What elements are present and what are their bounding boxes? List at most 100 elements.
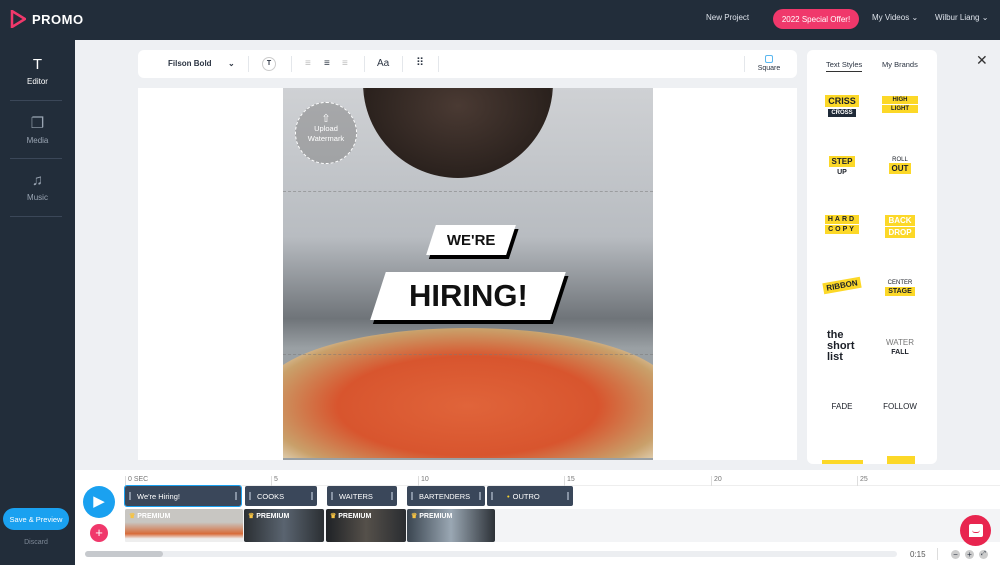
close-icon[interactable]: ✕ bbox=[976, 52, 988, 69]
app-name: PROMO bbox=[32, 11, 84, 27]
divider bbox=[10, 216, 62, 217]
text-banner-bottom[interactable]: HIRING! bbox=[370, 272, 566, 320]
special-offer-button[interactable]: 2022 Special Offer! bbox=[773, 9, 859, 29]
style-roll-out[interactable]: ROLL OUT bbox=[870, 154, 930, 174]
text-banner-top[interactable]: WE'RE bbox=[426, 225, 516, 255]
discard-link[interactable]: Discard bbox=[0, 539, 72, 546]
divider bbox=[10, 158, 62, 159]
chevron-down-icon: ⌄ bbox=[981, 13, 989, 22]
style-preview-partial bbox=[822, 460, 863, 464]
zoom-out-button[interactable]: − bbox=[951, 550, 960, 559]
tick-label: 25 bbox=[857, 476, 868, 486]
text-clip[interactable]: BARTENDERS bbox=[407, 486, 485, 506]
style-fade[interactable]: FADE bbox=[812, 402, 872, 411]
sidebar: T Editor ❐ Media ♫ Music bbox=[0, 40, 75, 565]
text-clip[interactable]: WAITERS bbox=[327, 486, 397, 506]
add-scene-button[interactable]: + bbox=[90, 524, 108, 542]
zoom-in-button[interactable]: + bbox=[965, 550, 974, 559]
timeline-scrollbar[interactable] bbox=[85, 551, 897, 557]
sidebar-item-editor[interactable]: T Editor bbox=[0, 56, 75, 86]
chat-icon bbox=[968, 524, 983, 537]
grid-icon[interactable]: ⠿ bbox=[416, 56, 424, 69]
tick-label: 10 bbox=[418, 476, 429, 486]
media-icon: ❐ bbox=[30, 115, 45, 132]
upload-watermark-button[interactable]: ⇧ Upload Watermark bbox=[295, 102, 357, 164]
style-high-light[interactable]: HIGH LIGHT bbox=[870, 96, 930, 113]
sidebar-item-label: Media bbox=[26, 136, 49, 145]
premium-badge: ♛ PREMIUM bbox=[129, 513, 171, 520]
headline-line1: WE'RE bbox=[446, 231, 496, 249]
crown-icon: ♛ bbox=[330, 513, 337, 520]
text-toolbar: Filson Bold ⌄ T ≡ ≡ ≡ Aa ⠿ Square bbox=[138, 50, 797, 78]
timeline: 0 SEC 5 10 15 20 25 ▶ + We're Hiring! CO… bbox=[75, 470, 1000, 565]
text-clip[interactable]: • OUTRO bbox=[487, 486, 573, 506]
text-color-button[interactable]: T bbox=[262, 57, 276, 71]
my-videos-menu[interactable]: My Videos ⌄ bbox=[872, 13, 918, 22]
expand-icon[interactable]: ⤢ bbox=[979, 550, 988, 559]
text-clip[interactable]: We're Hiring! bbox=[124, 485, 242, 507]
play-button[interactable]: ▶ bbox=[83, 486, 115, 518]
plus-icon: + bbox=[95, 525, 103, 540]
user-menu[interactable]: Wilbur Liang ⌄ bbox=[935, 13, 988, 22]
video-clip[interactable]: ♛ PREMIUM bbox=[407, 509, 495, 542]
scrollbar-thumb[interactable] bbox=[85, 551, 163, 557]
tick-label: 15 bbox=[564, 476, 575, 486]
watermark-label: Upload Watermark bbox=[307, 124, 345, 143]
tick-label: 0 SEC bbox=[125, 476, 148, 486]
save-preview-button[interactable]: Save & Preview bbox=[3, 508, 69, 530]
tab-my-brands[interactable]: My Brands bbox=[882, 60, 918, 69]
text-clip[interactable]: COOKS bbox=[245, 486, 317, 506]
align-center-icon[interactable]: ≡ bbox=[324, 58, 330, 69]
crown-icon: ♛ bbox=[129, 513, 136, 520]
duration: 0:15 bbox=[910, 550, 926, 559]
format-square-button[interactable]: Square bbox=[756, 55, 782, 72]
sidebar-item-music[interactable]: ♫ Music bbox=[0, 172, 75, 202]
divider bbox=[10, 100, 62, 101]
style-preview-partial bbox=[887, 456, 915, 464]
music-icon: ♫ bbox=[31, 172, 44, 189]
align-right-icon[interactable]: ≡ bbox=[342, 58, 348, 69]
dot-icon: • bbox=[507, 491, 510, 501]
divider bbox=[937, 548, 938, 560]
chevron-down-icon: ⌄ bbox=[228, 59, 235, 68]
tick-label: 5 bbox=[271, 476, 278, 486]
format-label: Square bbox=[757, 65, 781, 72]
style-criss-cross[interactable]: CRISS CROSS bbox=[812, 95, 872, 117]
video-clip[interactable]: ♛ PREMIUM bbox=[125, 509, 243, 542]
align-left-icon[interactable]: ≡ bbox=[305, 58, 311, 69]
text-icon: T bbox=[32, 56, 43, 73]
sidebar-item-media[interactable]: ❐ Media bbox=[0, 114, 75, 145]
user-name: Wilbur Liang bbox=[935, 13, 980, 22]
video-frame bbox=[363, 88, 553, 178]
timeline-ruler: 0 SEC 5 10 15 20 25 bbox=[125, 470, 1000, 486]
square-icon bbox=[765, 55, 773, 63]
tab-text-styles[interactable]: Text Styles bbox=[826, 60, 863, 72]
video-clip[interactable]: ♛ PREMIUM bbox=[244, 509, 324, 542]
logo[interactable]: PROMO bbox=[10, 10, 84, 28]
clip-label: OUTRO bbox=[512, 491, 540, 501]
style-waterfall[interactable]: WATER FALL bbox=[870, 338, 930, 356]
style-back-drop[interactable]: BACK DROP bbox=[870, 215, 930, 238]
premium-badge: ♛ PREMIUM bbox=[411, 513, 453, 520]
play-logo-icon bbox=[10, 10, 26, 28]
video-preview[interactable]: ⇧ Upload Watermark WE'RE HIRING! bbox=[283, 88, 653, 460]
guide-line bbox=[283, 354, 653, 355]
new-project-link[interactable]: New Project bbox=[706, 13, 749, 22]
tick-label: 20 bbox=[711, 476, 722, 486]
style-center-stage[interactable]: CENTER STAGE bbox=[870, 277, 930, 296]
video-frame-food bbox=[283, 328, 653, 458]
font-select[interactable]: Filson Bold ⌄ bbox=[168, 59, 238, 68]
text-styles-panel: Text Styles My Brands CRISS CROSS HIGH LIG… bbox=[807, 50, 937, 464]
premium-badge: ♛ PREMIUM bbox=[330, 513, 372, 520]
text-case-button[interactable]: Aa bbox=[377, 58, 389, 69]
crown-icon: ♛ bbox=[248, 513, 255, 520]
style-ribbon[interactable]: RIBBON bbox=[812, 275, 873, 296]
headline-line2: HIRING! bbox=[408, 278, 528, 313]
top-bar: PROMO New Project 2022 Special Offer! My… bbox=[0, 0, 1000, 40]
style-step-up[interactable]: STEP UP bbox=[812, 156, 872, 176]
style-follow[interactable]: FOLLOW bbox=[870, 402, 930, 411]
guide-line bbox=[283, 191, 653, 192]
video-clip[interactable]: ♛ PREMIUM bbox=[326, 509, 406, 542]
chat-button[interactable] bbox=[960, 515, 991, 546]
style-hard-copy[interactable]: HARD COPY bbox=[812, 215, 872, 234]
